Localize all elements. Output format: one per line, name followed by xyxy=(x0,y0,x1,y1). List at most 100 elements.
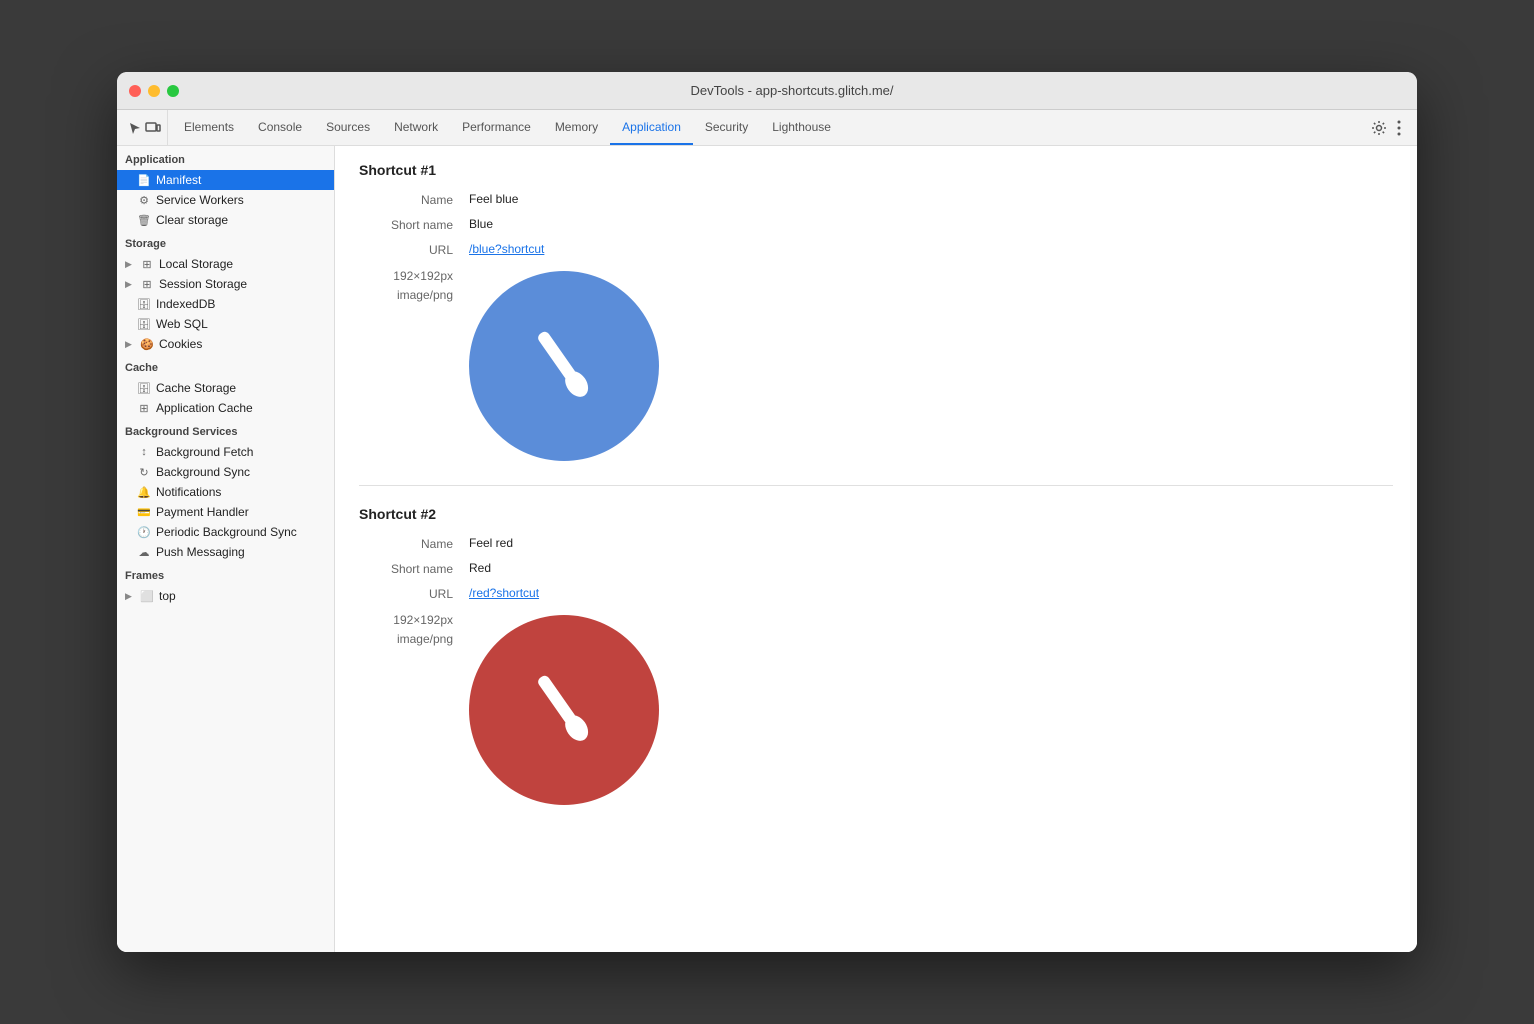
tab-bar-icons xyxy=(121,110,168,145)
tab-network[interactable]: Network xyxy=(382,110,450,145)
sidebar-item-top[interactable]: ▶ ⬜ top xyxy=(117,586,334,606)
close-button[interactable] xyxy=(129,85,141,97)
title-bar: DevTools - app-shortcuts.glitch.me/ xyxy=(117,72,1417,110)
cursor-icon[interactable] xyxy=(127,120,143,136)
background-fetch-icon: ↕ xyxy=(137,446,151,458)
devtools-window: DevTools - app-shortcuts.glitch.me/ xyxy=(117,72,1417,952)
cookies-icon: 🍪 xyxy=(140,338,154,351)
periodic-bg-sync-icon: 🕐 xyxy=(137,526,151,539)
shortcut2-name-label: Name xyxy=(359,536,469,551)
shortcut1-image-row: 192×192px image/png xyxy=(359,267,1393,461)
sidebar-item-clear-storage[interactable]: 🗑 Clear storage xyxy=(117,210,334,230)
sidebar-item-notifications[interactable]: 🔔 Notifications xyxy=(117,482,334,502)
sidebar-item-application-cache[interactable]: ⊞ Application Cache xyxy=(117,398,334,418)
indexeddb-icon: 🗄 xyxy=(137,298,151,311)
arrow-right-icon: ▶ xyxy=(125,259,135,270)
shortcut1-name-row: Name Feel blue xyxy=(359,192,1393,207)
main-content: Shortcut #1 Name Feel blue Short name Bl… xyxy=(335,146,1417,952)
sidebar-item-cache-storage[interactable]: 🗄 Cache Storage xyxy=(117,378,334,398)
sidebar: Application 📄 Manifest ⚙ Service Workers… xyxy=(117,146,335,952)
application-section-header: Application xyxy=(117,146,334,170)
shortcut1-image-type: image/png xyxy=(359,286,453,305)
shortcut2-short-name-label: Short name xyxy=(359,561,469,576)
traffic-lights xyxy=(129,85,179,97)
shortcut2-url-label: URL xyxy=(359,586,469,601)
session-storage-icon: ⊞ xyxy=(140,278,154,291)
shortcut1-name-value: Feel blue xyxy=(469,192,518,206)
minimize-button[interactable] xyxy=(148,85,160,97)
arrow-right-icon-2: ▶ xyxy=(125,279,135,290)
shortcut2-short-name-value: Red xyxy=(469,561,491,575)
maximize-button[interactable] xyxy=(167,85,179,97)
tab-bar: Elements Console Sources Network Perform… xyxy=(117,110,1417,146)
sidebar-item-background-fetch[interactable]: ↕ Background Fetch xyxy=(117,442,334,462)
top-frame-icon: ⬜ xyxy=(140,590,154,603)
sidebar-item-indexeddb[interactable]: 🗄 IndexedDB xyxy=(117,294,334,314)
tab-console[interactable]: Console xyxy=(246,110,314,145)
shortcut1-url-value[interactable]: /blue?shortcut xyxy=(469,242,544,256)
shortcut2-name-row: Name Feel red xyxy=(359,536,1393,551)
sidebar-item-background-sync[interactable]: ↻ Background Sync xyxy=(117,462,334,482)
cache-section-header: Cache xyxy=(117,354,334,378)
shortcut2-image-size: 192×192px xyxy=(359,611,453,630)
shortcut2-image xyxy=(469,615,659,805)
shortcut1-image xyxy=(469,271,659,461)
sidebar-item-payment-handler[interactable]: 💳 Payment Handler xyxy=(117,502,334,522)
tab-lighthouse[interactable]: Lighthouse xyxy=(760,110,843,145)
shortcut2-image-row: 192×192px image/png xyxy=(359,611,1393,805)
shortcut2-url-value[interactable]: /red?shortcut xyxy=(469,586,539,600)
payment-handler-icon: 💳 xyxy=(137,506,151,519)
notifications-icon: 🔔 xyxy=(137,486,151,499)
background-sync-icon: ↻ xyxy=(137,466,151,479)
tab-security[interactable]: Security xyxy=(693,110,760,145)
shortcut2-image-type: image/png xyxy=(359,630,453,649)
shortcut1-title: Shortcut #1 xyxy=(359,162,1393,178)
shortcut2-name-value: Feel red xyxy=(469,536,513,550)
shortcut1-short-name-label: Short name xyxy=(359,217,469,232)
tab-performance[interactable]: Performance xyxy=(450,110,543,145)
cache-storage-icon: 🗄 xyxy=(137,382,151,395)
devtools-body: Application 📄 Manifest ⚙ Service Workers… xyxy=(117,146,1417,952)
background-services-header: Background Services xyxy=(117,418,334,442)
sidebar-item-cookies[interactable]: ▶ 🍪 Cookies xyxy=(117,334,334,354)
sidebar-item-local-storage[interactable]: ▶ ⊞ Local Storage xyxy=(117,254,334,274)
settings-icon[interactable] xyxy=(1371,120,1387,136)
tab-elements[interactable]: Elements xyxy=(172,110,246,145)
clear-storage-icon: 🗑 xyxy=(137,214,151,227)
tab-application[interactable]: Application xyxy=(610,110,693,145)
sidebar-item-service-workers[interactable]: ⚙ Service Workers xyxy=(117,190,334,210)
manifest-icon: 📄 xyxy=(137,174,151,187)
web-sql-icon: 🗄 xyxy=(137,318,151,331)
sidebar-item-web-sql[interactable]: 🗄 Web SQL xyxy=(117,314,334,334)
sidebar-item-session-storage[interactable]: ▶ ⊞ Session Storage xyxy=(117,274,334,294)
shortcut1-image-labels: 192×192px image/png xyxy=(359,267,469,305)
device-toggle-icon[interactable] xyxy=(145,120,161,136)
shortcut2-title: Shortcut #2 xyxy=(359,506,1393,522)
window-title: DevTools - app-shortcuts.glitch.me/ xyxy=(179,83,1405,98)
shortcut2-section: Shortcut #2 Name Feel red Short name Red… xyxy=(359,486,1393,805)
sidebar-item-push-messaging[interactable]: ☁ Push Messaging xyxy=(117,542,334,562)
tab-memory[interactable]: Memory xyxy=(543,110,610,145)
shortcut1-short-name-value: Blue xyxy=(469,217,493,231)
shortcut1-image-size: 192×192px xyxy=(359,267,453,286)
shortcut2-short-name-row: Short name Red xyxy=(359,561,1393,576)
shortcut1-url-row: URL /blue?shortcut xyxy=(359,242,1393,257)
shortcut2-image-labels: 192×192px image/png xyxy=(359,611,469,649)
shortcut2-url-row: URL /red?shortcut xyxy=(359,586,1393,601)
tab-sources[interactable]: Sources xyxy=(314,110,382,145)
arrow-right-icon-3: ▶ xyxy=(125,339,135,350)
local-storage-icon: ⊞ xyxy=(140,258,154,271)
shortcut2-red-circle xyxy=(469,615,659,805)
frames-section-header: Frames xyxy=(117,562,334,586)
sidebar-item-periodic-background-sync[interactable]: 🕐 Periodic Background Sync xyxy=(117,522,334,542)
shortcut1-blue-circle xyxy=(469,271,659,461)
push-messaging-icon: ☁ xyxy=(137,546,151,559)
sidebar-item-manifest[interactable]: 📄 Manifest xyxy=(117,170,334,190)
storage-section-header: Storage xyxy=(117,230,334,254)
application-cache-icon: ⊞ xyxy=(137,402,151,415)
service-workers-icon: ⚙ xyxy=(137,194,151,207)
shortcut1-section: Shortcut #1 Name Feel blue Short name Bl… xyxy=(359,162,1393,486)
shortcut1-url-label: URL xyxy=(359,242,469,257)
tab-bar-right xyxy=(1371,120,1413,136)
more-options-icon[interactable] xyxy=(1391,120,1407,136)
